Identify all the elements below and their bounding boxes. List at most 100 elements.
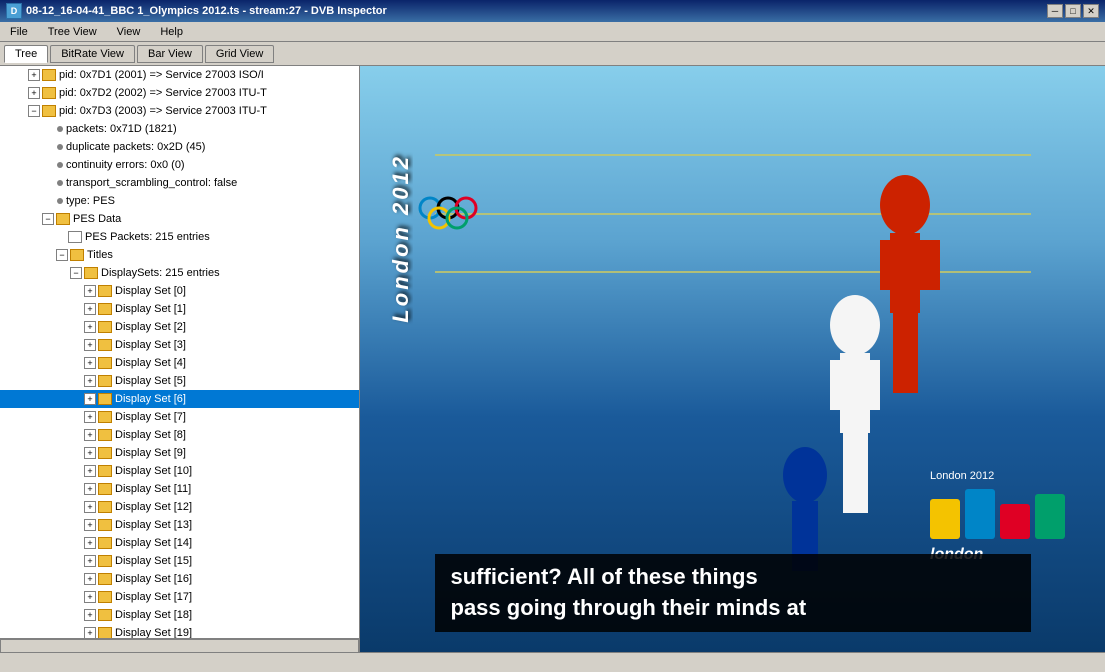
folder-icon — [98, 339, 112, 351]
folder-icon — [98, 555, 112, 567]
tree-item-label: Display Set [10] — [115, 463, 192, 479]
tree-item[interactable]: −pid: 0x7D3 (2003) => Service 27003 ITU-… — [0, 102, 359, 120]
tab-tree[interactable]: Tree — [4, 45, 48, 63]
expand-icon[interactable]: − — [56, 249, 68, 261]
tree-item[interactable]: +Display Set [9] — [0, 444, 359, 462]
close-button[interactable]: ✕ — [1083, 4, 1099, 18]
menu-view[interactable]: View — [111, 25, 147, 39]
expand-icon[interactable]: + — [84, 483, 96, 495]
tree-item-label: pid: 0x7D2 (2002) => Service 27003 ITU-T — [59, 85, 267, 101]
horizontal-scrollbar[interactable] — [0, 638, 359, 652]
tree-item-label: type: PES — [66, 193, 115, 209]
tree-item[interactable]: +Display Set [6] — [0, 390, 359, 408]
title-bar: D 08-12_16-04-41_BBC 1_Olympics 2012.ts … — [0, 0, 1105, 22]
tab-bar-view[interactable]: Bar View — [137, 45, 203, 63]
tab-grid-view[interactable]: Grid View — [205, 45, 274, 63]
expand-icon[interactable]: + — [84, 429, 96, 441]
tree-item[interactable]: −DisplaySets: 215 entries — [0, 264, 359, 282]
tree-item[interactable]: +Display Set [16] — [0, 570, 359, 588]
tree-item[interactable]: +Display Set [11] — [0, 480, 359, 498]
tree-item[interactable]: − Titles — [0, 246, 359, 264]
expand-icon[interactable]: + — [28, 87, 40, 99]
menu-help[interactable]: Help — [154, 25, 189, 39]
folder-icon — [42, 87, 56, 99]
folder-icon — [98, 519, 112, 531]
expand-icon[interactable]: + — [84, 357, 96, 369]
tree-scroll[interactable]: + pid: 0x7D1 (2001) => Service 27003 ISO/… — [0, 66, 359, 638]
menu-tree-view[interactable]: Tree View — [42, 25, 103, 39]
folder-icon — [98, 357, 112, 369]
expand-icon[interactable]: + — [84, 447, 96, 459]
status-bar — [0, 652, 1105, 672]
expand-icon[interactable]: + — [84, 591, 96, 603]
tree-item[interactable]: +Display Set [4] — [0, 354, 359, 372]
minimize-button[interactable]: ─ — [1047, 4, 1063, 18]
tree-item-label: Display Set [2] — [115, 319, 186, 335]
expand-icon[interactable]: + — [84, 501, 96, 513]
tree-item[interactable]: +Display Set [3] — [0, 336, 359, 354]
folder-icon — [98, 483, 112, 495]
tree-item[interactable]: continuity errors: 0x0 (0) — [0, 156, 359, 174]
tree-item[interactable]: + Display Set [8] — [0, 426, 359, 444]
tree-item-label: Display Set [19] — [115, 625, 192, 638]
expand-icon[interactable]: + — [84, 537, 96, 549]
expand-icon[interactable]: + — [84, 339, 96, 351]
tree-item[interactable]: + Display Set [18] — [0, 606, 359, 624]
expand-icon[interactable]: + — [84, 321, 96, 333]
expand-icon[interactable]: + — [84, 609, 96, 621]
tab-bitrate-view[interactable]: BitRate View — [50, 45, 135, 63]
folder-icon — [98, 411, 112, 423]
expand-icon[interactable]: − — [70, 267, 82, 279]
expand-icon[interactable]: + — [28, 69, 40, 81]
tree-item[interactable]: −PES Data — [0, 210, 359, 228]
expand-icon[interactable]: + — [84, 465, 96, 477]
tree-item-label: Display Set [13] — [115, 517, 192, 533]
tree-item[interactable]: + Display Set [13] — [0, 516, 359, 534]
tree-item[interactable]: + pid: 0x7D1 (2001) => Service 27003 ISO/… — [0, 66, 359, 84]
folder-icon — [98, 609, 112, 621]
tree-item[interactable]: +Display Set [1] — [0, 300, 359, 318]
tree-item-label: Display Set [15] — [115, 553, 192, 569]
expand-icon[interactable]: + — [84, 627, 96, 638]
tree-item-label: Display Set [14] — [115, 535, 192, 551]
expand-icon[interactable]: + — [84, 573, 96, 585]
expand-icon[interactable]: − — [42, 213, 54, 225]
expand-icon[interactable]: + — [84, 303, 96, 315]
tree-item[interactable]: + Display Set [2] — [0, 318, 359, 336]
tree-item[interactable]: type: PES — [0, 192, 359, 210]
document-icon — [68, 231, 82, 243]
tree-item[interactable]: + Display Set [19] — [0, 624, 359, 638]
tree-item-label: Titles — [87, 247, 113, 263]
tree-item[interactable]: + Display Set [7] — [0, 408, 359, 426]
tree-item[interactable]: +Display Set [5] — [0, 372, 359, 390]
tree-item[interactable]: packets: 0x71D (1821) — [0, 120, 359, 138]
tree-item-label: Display Set [8] — [115, 427, 186, 443]
tree-item[interactable]: +Display Set [17] — [0, 588, 359, 606]
tree-item[interactable]: + Display Set [14] — [0, 534, 359, 552]
expand-icon[interactable]: − — [28, 105, 40, 117]
tree-item-label: pid: 0x7D1 (2001) => Service 27003 ISO/I — [59, 67, 264, 83]
expand-icon[interactable]: + — [84, 393, 96, 405]
tree-item[interactable]: transport_scrambling_control: false — [0, 174, 359, 192]
tree-item[interactable]: PES Packets: 215 entries — [0, 228, 359, 246]
expand-icon[interactable]: + — [84, 285, 96, 297]
tree-item[interactable]: + Display Set [10] — [0, 462, 359, 480]
expand-icon[interactable]: + — [84, 519, 96, 531]
maximize-button[interactable]: □ — [1065, 4, 1081, 18]
bullet-icon — [57, 144, 63, 150]
expand-icon[interactable]: + — [84, 375, 96, 387]
london-2012-vertical: London 2012 — [388, 154, 414, 323]
tree-item-label: Display Set [18] — [115, 607, 192, 623]
tree-item[interactable]: + Display Set [15] — [0, 552, 359, 570]
menu-file[interactable]: File — [4, 25, 34, 39]
tree-item[interactable]: duplicate packets: 0x2D (45) — [0, 138, 359, 156]
tree-item[interactable]: +Display Set [12] — [0, 498, 359, 516]
expand-icon[interactable]: + — [84, 411, 96, 423]
folder-icon — [98, 303, 112, 315]
expand-icon[interactable]: + — [84, 555, 96, 567]
folder-icon — [98, 501, 112, 513]
tree-item-label: Display Set [7] — [115, 409, 186, 425]
tree-item[interactable]: + pid: 0x7D2 (2002) => Service 27003 ITU-… — [0, 84, 359, 102]
tree-item-label: transport_scrambling_control: false — [66, 175, 237, 191]
tree-item[interactable]: +Display Set [0] — [0, 282, 359, 300]
